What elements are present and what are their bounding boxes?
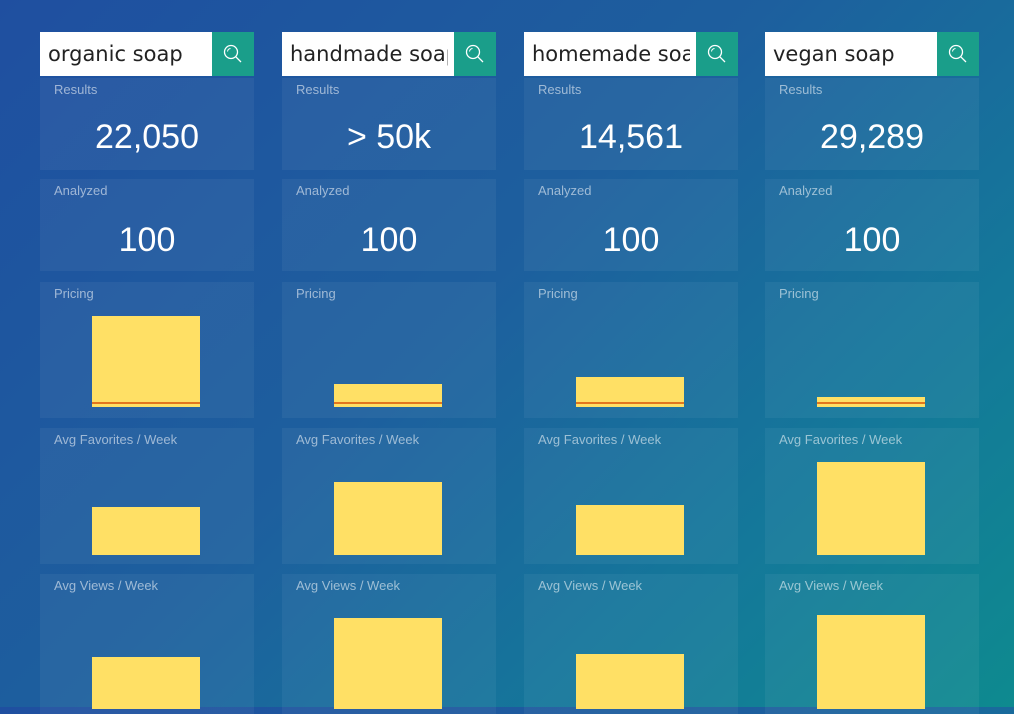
search-icon bbox=[223, 44, 242, 63]
pricing-median-line bbox=[817, 402, 925, 404]
pricing-panel: Pricing bbox=[765, 282, 979, 418]
pricing-panel: Pricing bbox=[524, 282, 738, 418]
keyword-column: Results 29,289 Analyzed 100 Pricing Avg … bbox=[765, 32, 979, 714]
search-input[interactable] bbox=[282, 32, 454, 76]
analyzed-panel: Analyzed 100 bbox=[765, 179, 979, 271]
views-panel: Avg Views / Week bbox=[282, 574, 496, 714]
analyzed-label: Analyzed bbox=[538, 183, 592, 198]
favorites-bar bbox=[576, 505, 684, 555]
views-panel: Avg Views / Week bbox=[765, 574, 979, 714]
results-panel: Results 22,050 bbox=[40, 78, 254, 170]
results-count: 29,289 bbox=[820, 118, 924, 156]
results-count: 22,050 bbox=[95, 118, 199, 156]
search-icon bbox=[948, 44, 967, 63]
search-box bbox=[765, 32, 979, 76]
results-label: Results bbox=[538, 82, 582, 97]
analyzed-label: Analyzed bbox=[54, 183, 108, 198]
search-button[interactable] bbox=[454, 32, 496, 76]
search-icon bbox=[465, 44, 484, 63]
favorites-panel: Avg Favorites / Week bbox=[765, 428, 979, 564]
favorites-bar bbox=[92, 507, 200, 555]
keyword-column: Results 22,050 Analyzed 100 Pricing Avg … bbox=[40, 32, 254, 714]
favorites-panel: Avg Favorites / Week bbox=[40, 428, 254, 564]
search-input[interactable] bbox=[40, 32, 212, 76]
analyzed-label: Analyzed bbox=[296, 183, 350, 198]
keyword-column: Results 14,561 Analyzed 100 Pricing Avg … bbox=[524, 32, 738, 714]
analyzed-count: 100 bbox=[843, 221, 901, 259]
views-bar bbox=[92, 657, 200, 709]
analyzed-count: 100 bbox=[360, 221, 418, 259]
analyzed-panel: Analyzed 100 bbox=[282, 179, 496, 271]
results-label: Results bbox=[779, 82, 823, 97]
favorites-label: Avg Favorites / Week bbox=[779, 432, 903, 447]
analyzed-panel: Analyzed 100 bbox=[40, 179, 254, 271]
results-label: Results bbox=[54, 82, 98, 97]
pricing-median-line bbox=[334, 402, 442, 404]
views-label: Avg Views / Week bbox=[54, 578, 159, 593]
views-panel: Avg Views / Week bbox=[524, 574, 738, 714]
pricing-panel: Pricing bbox=[40, 282, 254, 418]
pricing-label: Pricing bbox=[538, 286, 578, 301]
search-box bbox=[282, 32, 496, 76]
views-bar bbox=[817, 615, 925, 709]
analyzed-count: 100 bbox=[118, 221, 176, 259]
favorites-bar bbox=[334, 482, 442, 555]
views-label: Avg Views / Week bbox=[538, 578, 643, 593]
pricing-median-line bbox=[576, 402, 684, 404]
search-input[interactable] bbox=[524, 32, 696, 76]
favorites-label: Avg Favorites / Week bbox=[54, 432, 178, 447]
analyzed-label: Analyzed bbox=[779, 183, 833, 198]
views-bar bbox=[334, 618, 442, 709]
results-panel: Results 14,561 bbox=[524, 78, 738, 170]
results-panel: Results 29,289 bbox=[765, 78, 979, 170]
favorites-label: Avg Favorites / Week bbox=[538, 432, 662, 447]
favorites-panel: Avg Favorites / Week bbox=[282, 428, 496, 564]
search-button[interactable] bbox=[937, 32, 979, 76]
search-input[interactable] bbox=[765, 32, 937, 76]
pricing-label: Pricing bbox=[296, 286, 336, 301]
pricing-label: Pricing bbox=[54, 286, 94, 301]
favorites-panel: Avg Favorites / Week bbox=[524, 428, 738, 564]
search-box bbox=[524, 32, 738, 76]
favorites-label: Avg Favorites / Week bbox=[296, 432, 420, 447]
analyzed-panel: Analyzed 100 bbox=[524, 179, 738, 271]
favorites-bar bbox=[817, 462, 925, 555]
pricing-median-line bbox=[92, 402, 200, 404]
views-label: Avg Views / Week bbox=[779, 578, 884, 593]
results-count: > 50k bbox=[346, 118, 432, 156]
keyword-column: Results > 50k Analyzed 100 Pricing Avg F… bbox=[282, 32, 496, 714]
search-icon bbox=[707, 44, 726, 63]
search-box bbox=[40, 32, 254, 76]
results-panel: Results > 50k bbox=[282, 78, 496, 170]
pricing-bar bbox=[92, 316, 200, 407]
pricing-panel: Pricing bbox=[282, 282, 496, 418]
analyzed-count: 100 bbox=[602, 221, 660, 259]
results-label: Results bbox=[296, 82, 340, 97]
results-count: 14,561 bbox=[579, 118, 683, 156]
pricing-label: Pricing bbox=[779, 286, 819, 301]
search-button[interactable] bbox=[696, 32, 738, 76]
views-bar bbox=[576, 654, 684, 709]
views-panel: Avg Views / Week bbox=[40, 574, 254, 714]
search-button[interactable] bbox=[212, 32, 254, 76]
views-label: Avg Views / Week bbox=[296, 578, 401, 593]
